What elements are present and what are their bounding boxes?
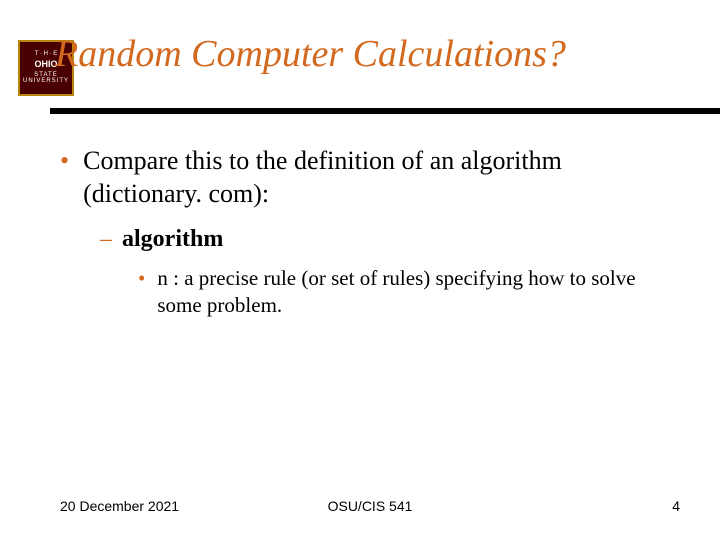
footer-date: 20 December 2021 <box>60 498 179 514</box>
footer-center: OSU/CIS 541 <box>328 498 413 514</box>
logo-the: T · H · E <box>35 51 58 58</box>
bullet-dot-icon: • <box>60 145 69 210</box>
bullet-level-1-text: Compare this to the definition of an alg… <box>83 145 670 210</box>
bullet-level-1: • Compare this to the definition of an a… <box>60 145 670 210</box>
logo-university: UNIVERSITY <box>23 78 69 85</box>
slide-footer: 20 December 2021 OSU/CIS 541 4 <box>60 498 680 514</box>
bullet-level-2-text: algorithm <box>122 224 223 255</box>
bullet-level-2: – algorithm <box>100 224 670 255</box>
slide-content: • Compare this to the definition of an a… <box>60 145 670 320</box>
bullet-dash-icon: – <box>100 224 112 255</box>
bullet-level-3-text: n : a precise rule (or set of rules) spe… <box>157 265 670 320</box>
footer-page-number: 4 <box>672 498 680 514</box>
slide: T · H · E OHIO STATE UNIVERSITY Random C… <box>0 0 720 540</box>
bullet-dot-icon: • <box>138 265 145 320</box>
title-underline <box>50 108 720 114</box>
bullet-level-3: • n : a precise rule (or set of rules) s… <box>138 265 670 320</box>
slide-title: Random Computer Calculations? <box>55 32 700 76</box>
